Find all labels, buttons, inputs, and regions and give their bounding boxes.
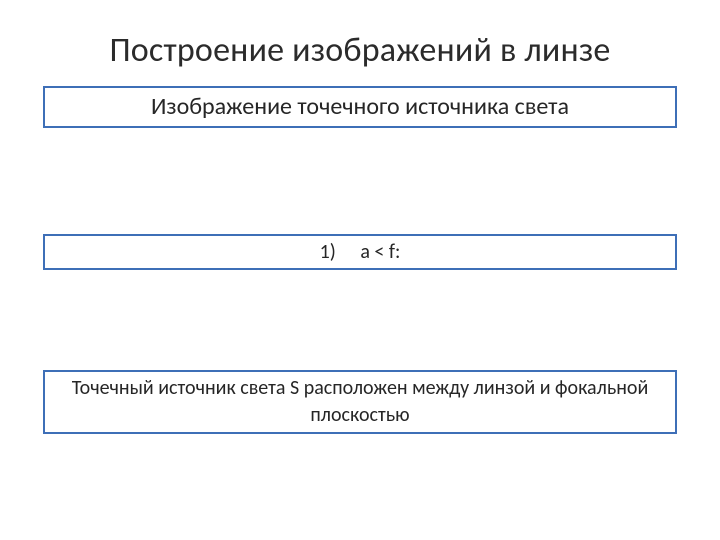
condition-box: 1) a < f: [43, 234, 677, 270]
condition-text: 1) a < f: [320, 239, 401, 266]
subtitle-text: Изображение точечного источника света [151, 91, 569, 123]
description-text: Точечный источник света S расположен меж… [57, 375, 663, 429]
description-box: Точечный источник света S расположен меж… [43, 370, 677, 434]
slide-title: Построение изображений в линзе [0, 30, 720, 71]
slide: Построение изображений в линзе Изображен… [0, 0, 720, 540]
subtitle-box: Изображение точечного источника света [43, 86, 677, 128]
